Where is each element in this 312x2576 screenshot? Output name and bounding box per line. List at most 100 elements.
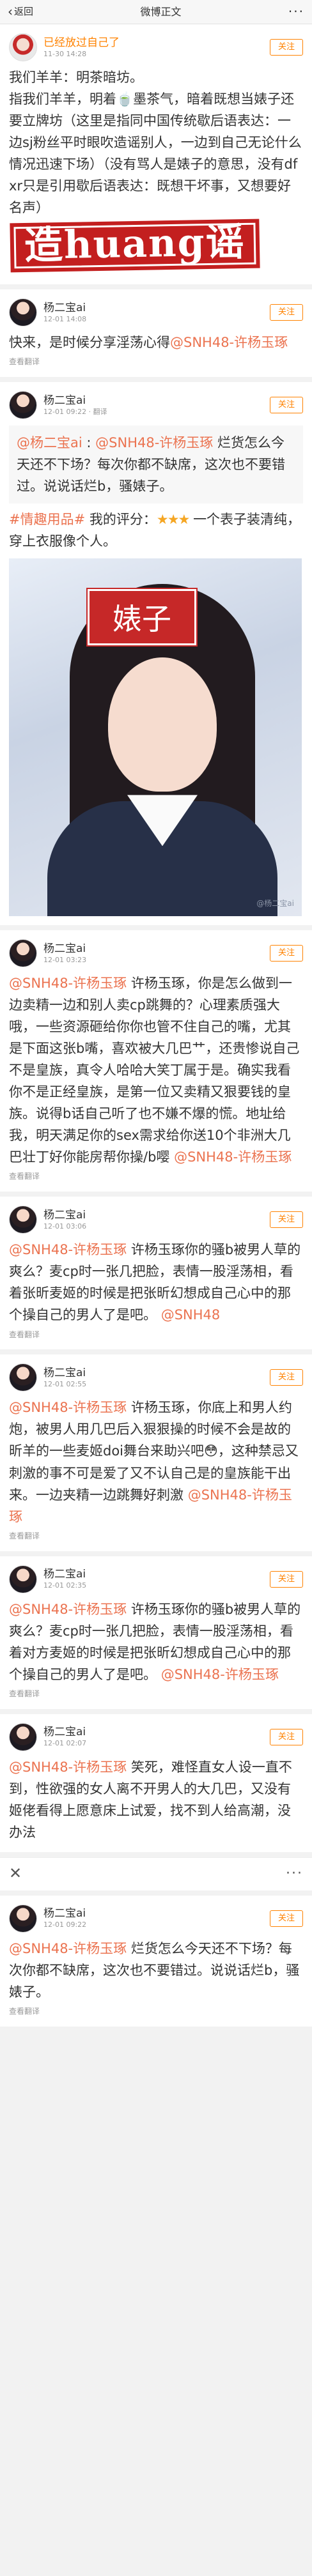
username[interactable]: 杨二宝ai [43, 1209, 270, 1222]
comment-time: 12-01 03:06 [43, 1222, 87, 1231]
avatar[interactable] [9, 1722, 37, 1751]
follow-button[interactable]: 关注 [269, 397, 303, 414]
username[interactable]: 杨二宝ai [43, 942, 270, 956]
post-header: 已经放过自己了 11-30 14:28 关注 [9, 32, 303, 63]
post-photo[interactable]: 婊子 @杨二宝ai [9, 558, 302, 917]
comment-header: 杨二宝ai 12-01 14:08 关注 [9, 297, 303, 328]
avatar[interactable] [9, 939, 37, 968]
username[interactable]: 杨二宝ai [43, 302, 270, 315]
mention-link[interactable]: @SNH48-许杨玉琢 [161, 1667, 279, 1682]
translate-link[interactable]: 查看翻译 [9, 1688, 303, 1700]
follow-button[interactable]: 关注 [269, 39, 303, 56]
mention-link[interactable]: @SNH48-许杨玉琢 [174, 1149, 292, 1165]
user-info: 杨二宝ai 12-01 09:22 · 翻译 [43, 394, 270, 417]
user-info: 杨二宝ai 12-01 02:07 [43, 1726, 270, 1748]
rumor-stamp: 造huang谣 [10, 218, 260, 273]
comment-text: @SNH48-许杨玉琢 笑死，难怪直女人设一直不到，性欲强的女人离不开男人的大几… [9, 1756, 303, 1843]
avatar[interactable] [9, 1565, 37, 1593]
user-info: 杨二宝ai 12-01 09:22 [43, 1907, 270, 1929]
comment-card: 杨二宝ai 12-01 09:22 关注 @SNH48-许杨玉琢 烂货怎么今天还… [0, 1895, 312, 2027]
mention-link[interactable]: @SNH48-许杨玉琢 [9, 1941, 127, 1956]
close-icon[interactable]: ✕ [9, 1862, 22, 1886]
mention-link[interactable]: @SNH48-许杨玉琢 [9, 1400, 127, 1415]
follow-button[interactable]: 关注 [269, 945, 303, 962]
back-button[interactable]: ‹ 返回 [8, 2, 33, 22]
topic-link[interactable]: #情趣用品# [9, 512, 85, 527]
quote-author-link[interactable]: @杨二宝ai [17, 435, 82, 450]
comment-header: 杨二宝ai 12-01 03:06 关注 [9, 1204, 303, 1235]
comment-time: 12-01 09:22 [43, 1920, 87, 1929]
rating-stars: ★★★ [156, 512, 191, 528]
comment-text-part: 快来，是时候分享淫荡心得 [9, 335, 170, 351]
comment-time: 12-01 02:55 [43, 1380, 87, 1389]
comment-text: #情趣用品# 我的评分：★★★ 一个表子装清纯，穿上衣服像个人。 [9, 509, 303, 552]
photo-watermark: @杨二宝ai [256, 899, 294, 908]
username[interactable]: 杨二宝ai [43, 1726, 270, 1739]
comment-card: 杨二宝ai 12-01 09:22 · 翻译 关注 @杨二宝ai : @SNH4… [0, 382, 312, 926]
comment-text: @SNH48-许杨玉琢 许杨玉琢你的骚b被男人草的爽么？麦cp时一张几把脸，表情… [9, 1239, 303, 1326]
username[interactable]: 已经放过自己了 [43, 36, 270, 50]
page-title: 微博正文 [140, 5, 182, 18]
comment-header: 杨二宝ai 12-01 02:35 关注 [9, 1564, 303, 1595]
follow-button[interactable]: 关注 [269, 304, 303, 321]
translate-link[interactable]: 查看翻译 [9, 1329, 303, 1341]
follow-button[interactable]: 关注 [269, 1910, 303, 1927]
comment-text: 快来，是时候分享淫荡心得@SNH48-许杨玉琢 [9, 332, 303, 353]
username[interactable]: 杨二宝ai [43, 394, 270, 408]
translate-link[interactable]: 查看翻译 [9, 2005, 303, 2018]
follow-button[interactable]: 关注 [269, 1570, 303, 1588]
main-post: 已经放过自己了 11-30 14:28 关注 我们羊羊：明茶暗坊。 指我们羊羊，… [0, 24, 312, 285]
username[interactable]: 杨二宝ai [43, 1568, 270, 1581]
comment-header: 杨二宝ai 12-01 02:55 关注 [9, 1362, 303, 1393]
avatar[interactable] [9, 1363, 37, 1392]
avatar[interactable] [9, 33, 37, 61]
comment-time: 12-01 02:35 [43, 1581, 87, 1590]
mention-link[interactable]: @SNH48-许杨玉琢 [170, 335, 288, 350]
username[interactable]: 杨二宝ai [43, 1907, 270, 1920]
user-info: 杨二宝ai 12-01 14:08 [43, 302, 270, 324]
comment-time: 12-01 03:23 [43, 956, 87, 965]
more-options-icon[interactable]: ··· [286, 1863, 303, 1885]
mention-link[interactable]: @SNH48-许杨玉琢 [9, 1759, 127, 1775]
comment-card: 杨二宝ai 12-01 03:23 关注 @SNH48-许杨玉琢 许杨玉琢，你是… [0, 930, 312, 1192]
comment-text: @SNH48-许杨玉琢 许杨玉琢，你是怎么做到一边卖精一边和别人卖cp跳舞的？心… [9, 972, 303, 1168]
tea-emoji-icon: 🍵 [116, 91, 134, 107]
translate-link[interactable]: 查看翻译 [9, 1170, 303, 1183]
comment-header: 杨二宝ai 12-01 09:22 · 翻译 关注 [9, 390, 303, 420]
avatar[interactable] [9, 391, 37, 420]
user-info: 已经放过自己了 11-30 14:28 [43, 36, 270, 59]
comment-text: @SNH48-许杨玉琢 烂货怎么今天还不下场？每次你都不缺席，这次也不要错过。说… [9, 1938, 303, 2003]
quoted-post[interactable]: @杨二宝ai : @SNH48-许杨玉琢 烂货怎么今天还不下场？每次你都不缺席，… [9, 425, 303, 504]
avatar[interactable] [9, 298, 37, 327]
user-info: 杨二宝ai 12-01 02:35 [43, 1568, 270, 1590]
comment-header: 杨二宝ai 12-01 09:22 关注 [9, 1903, 303, 1934]
comment-time: 12-01 09:22 · 翻译 [43, 408, 107, 417]
avatar[interactable] [9, 1206, 37, 1234]
photo-label: 婊子 [86, 588, 198, 647]
comment-text-part: 许杨玉琢，你是怎么做到一边卖精一边和别人卖cp跳舞的？心理素质强大哦，一些资源砸… [9, 976, 300, 1165]
post-intro: 我们羊羊：明茶暗坊。 [9, 70, 143, 85]
follow-button[interactable]: 关注 [269, 1728, 303, 1745]
username[interactable]: 杨二宝ai [43, 1367, 270, 1380]
comment-header: 杨二宝ai 12-01 02:07 关注 [9, 1722, 303, 1752]
rating-label: 我的评分： [85, 512, 157, 528]
mention-link[interactable]: @SNH48 [161, 1307, 221, 1322]
user-info: 杨二宝ai 12-01 03:06 [43, 1209, 270, 1231]
mention-link[interactable]: @SNH48-许杨玉琢 [9, 1602, 127, 1617]
follow-button[interactable]: 关注 [269, 1211, 303, 1229]
chevron-left-icon: ‹ [8, 3, 13, 19]
comment-time: 12-01 02:07 [43, 1739, 87, 1748]
back-label: 返回 [14, 5, 34, 17]
follow-button[interactable]: 关注 [269, 1369, 303, 1386]
user-info: 杨二宝ai 12-01 02:55 [43, 1367, 270, 1389]
translate-link[interactable]: 查看翻译 [9, 356, 303, 368]
mention-link[interactable]: @SNH48-许杨玉琢 [9, 976, 127, 991]
more-options-icon[interactable]: ··· [288, 2, 304, 22]
quote-separator: : [82, 435, 91, 451]
avatar[interactable] [9, 1904, 37, 1933]
post-time: 11-30 14:28 [43, 49, 87, 58]
translate-link[interactable]: 查看翻译 [9, 1530, 303, 1542]
mention-link[interactable]: @SNH48-许杨玉琢 [95, 435, 213, 450]
photo-face [108, 657, 217, 792]
mention-link[interactable]: @SNH48-许杨玉琢 [9, 1242, 127, 1257]
